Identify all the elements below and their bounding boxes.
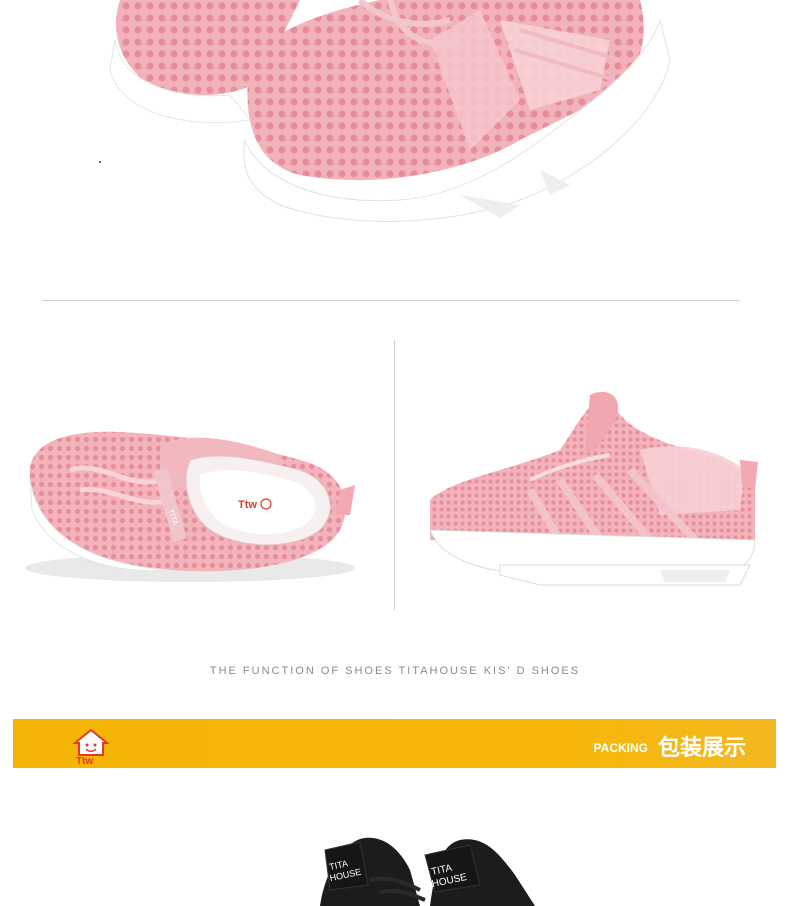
black-shoes-image: TITAHOUSE TITAHOUSE [300,830,550,906]
insole-logo: Ttw [238,499,257,511]
brand-logo-text: Ttw [76,756,93,765]
vertical-divider [394,340,395,610]
banner-label-en: PACKING [593,741,648,755]
section-caption: THE FUNCTION OF SHOES TITAHOUSE KIS' D S… [209,665,581,677]
house-logo-icon: Ttw [71,725,111,767]
section-divider [42,300,740,301]
packing-banner: Ttw PACKING 包装展示 [13,719,776,768]
banner-label-cn: 包装展示 [657,736,746,761]
hero-shoe-image [0,0,790,290]
shoe-top-view-image: Ttw TITA [10,390,380,600]
shoe-side-view-image [410,380,780,610]
